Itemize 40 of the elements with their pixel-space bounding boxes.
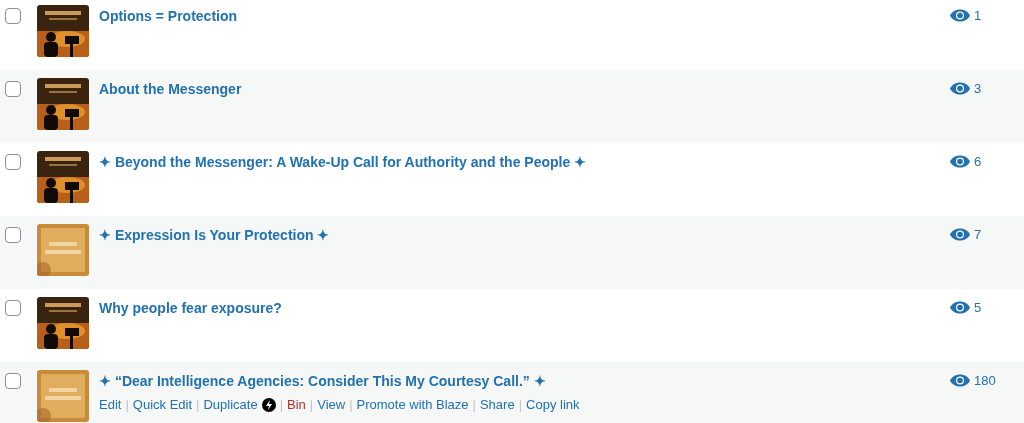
- separator: |: [472, 397, 476, 412]
- row-action-link[interactable]: Share: [479, 397, 515, 412]
- row-action-link[interactable]: Duplicate: [203, 397, 276, 412]
- eye-icon: [950, 155, 970, 168]
- eye-icon: [950, 301, 970, 314]
- separator: |: [196, 397, 200, 412]
- row-action-link[interactable]: Promote with Blaze: [356, 397, 469, 412]
- view-count: 5: [974, 300, 982, 315]
- eye-icon: [950, 9, 970, 22]
- row-action-link[interactable]: Edit: [99, 397, 122, 412]
- row-action-link[interactable]: Quick Edit: [132, 397, 193, 412]
- row-checkbox[interactable]: [5, 154, 21, 170]
- row-action-link[interactable]: View: [317, 397, 346, 412]
- row-checkbox[interactable]: [5, 227, 21, 243]
- post-title-link[interactable]: Why people fear exposure?: [99, 299, 950, 317]
- eye-icon: [950, 228, 970, 241]
- post-title-link[interactable]: ✦ “Dear Intelligence Agencies: Consider This My Courtesy Call.” ✦: [99, 372, 950, 390]
- row-checkbox[interactable]: [5, 300, 21, 316]
- row-checkbox[interactable]: [5, 373, 21, 389]
- eye-icon: [950, 374, 970, 387]
- row-action-link[interactable]: Copy link: [526, 397, 580, 412]
- separator: |: [349, 397, 353, 412]
- eye-icon: [950, 82, 970, 95]
- separator: |: [279, 397, 284, 412]
- post-title-link[interactable]: ✦ Beyond the Messenger: A Wake-Up Call for Authority and the People ✦: [99, 153, 950, 171]
- view-count: 1: [974, 8, 982, 23]
- separator: |: [518, 397, 523, 412]
- row-checkbox[interactable]: [5, 8, 21, 24]
- bolt-icon: [261, 397, 276, 412]
- view-count: 7: [974, 227, 982, 242]
- bin-link[interactable]: Bin: [287, 397, 306, 412]
- view-count: 3: [974, 81, 982, 96]
- view-count: 6: [974, 154, 982, 169]
- separator: |: [309, 397, 314, 412]
- row-checkbox[interactable]: [5, 81, 21, 97]
- post-title-link[interactable]: ✦ Expression Is Your Protection ✦: [99, 226, 950, 244]
- separator: |: [125, 397, 129, 412]
- post-title-link[interactable]: About the Messenger: [99, 80, 950, 98]
- post-title-link[interactable]: Options = Protection: [99, 7, 950, 25]
- view-count: 180: [974, 373, 996, 388]
